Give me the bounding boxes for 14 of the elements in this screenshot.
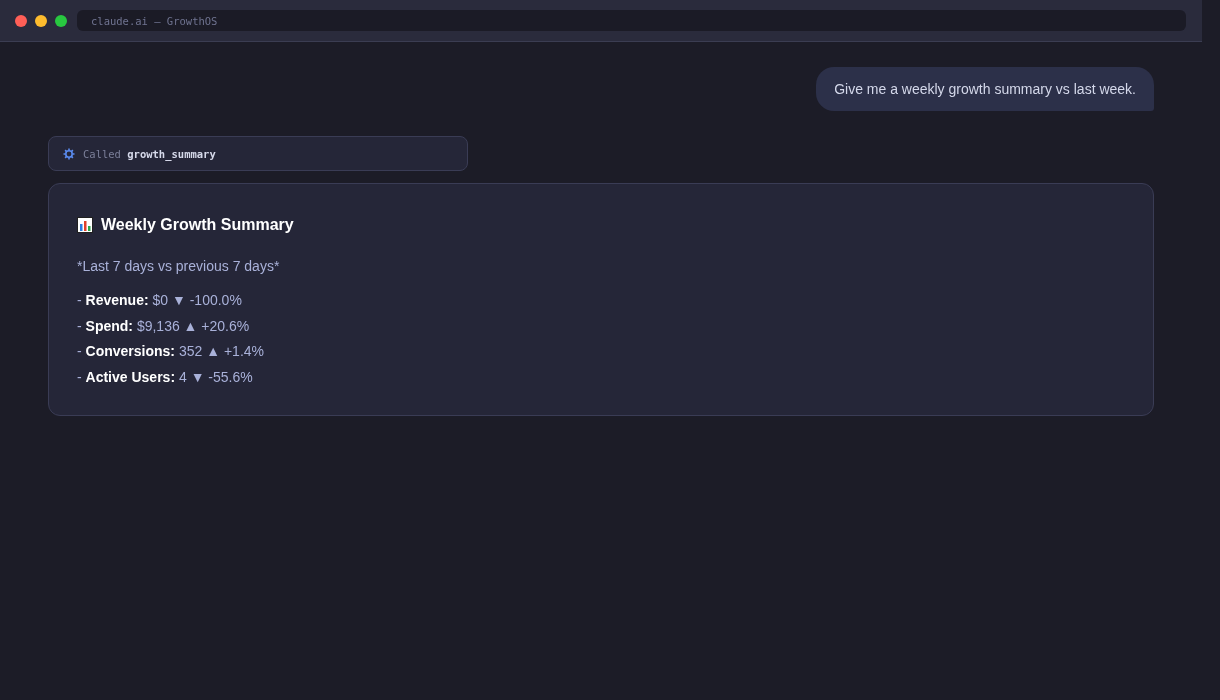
metric-line: - Revenue: $0 ▼ -100.0% [77,291,242,310]
metric-line: - Active Users: 4 ▼ -55.6% [77,367,253,387]
tool-call-label: Called growth_summary [83,147,216,160]
window-control-icon[interactable] [15,14,27,27]
date-range-text: *Last 7 days vs previous 7 days* [77,257,280,276]
gear-icon [63,147,75,160]
address-field[interactable]: claude.ai — GrowthOS [77,10,1186,31]
card-title: Weekly Growth Summary [101,215,294,235]
user-message: Give me a weekly growth summary vs last week. [816,67,1154,111]
bar-chart-icon [77,217,93,233]
metric-line: - Spend: $9,136 ▲ +20.6% [77,316,250,336]
window-control-icon[interactable] [35,14,47,27]
metric-line: - Conversions: 352 ▲ +1.4% [77,342,264,361]
window-control-icon[interactable] [55,14,67,27]
